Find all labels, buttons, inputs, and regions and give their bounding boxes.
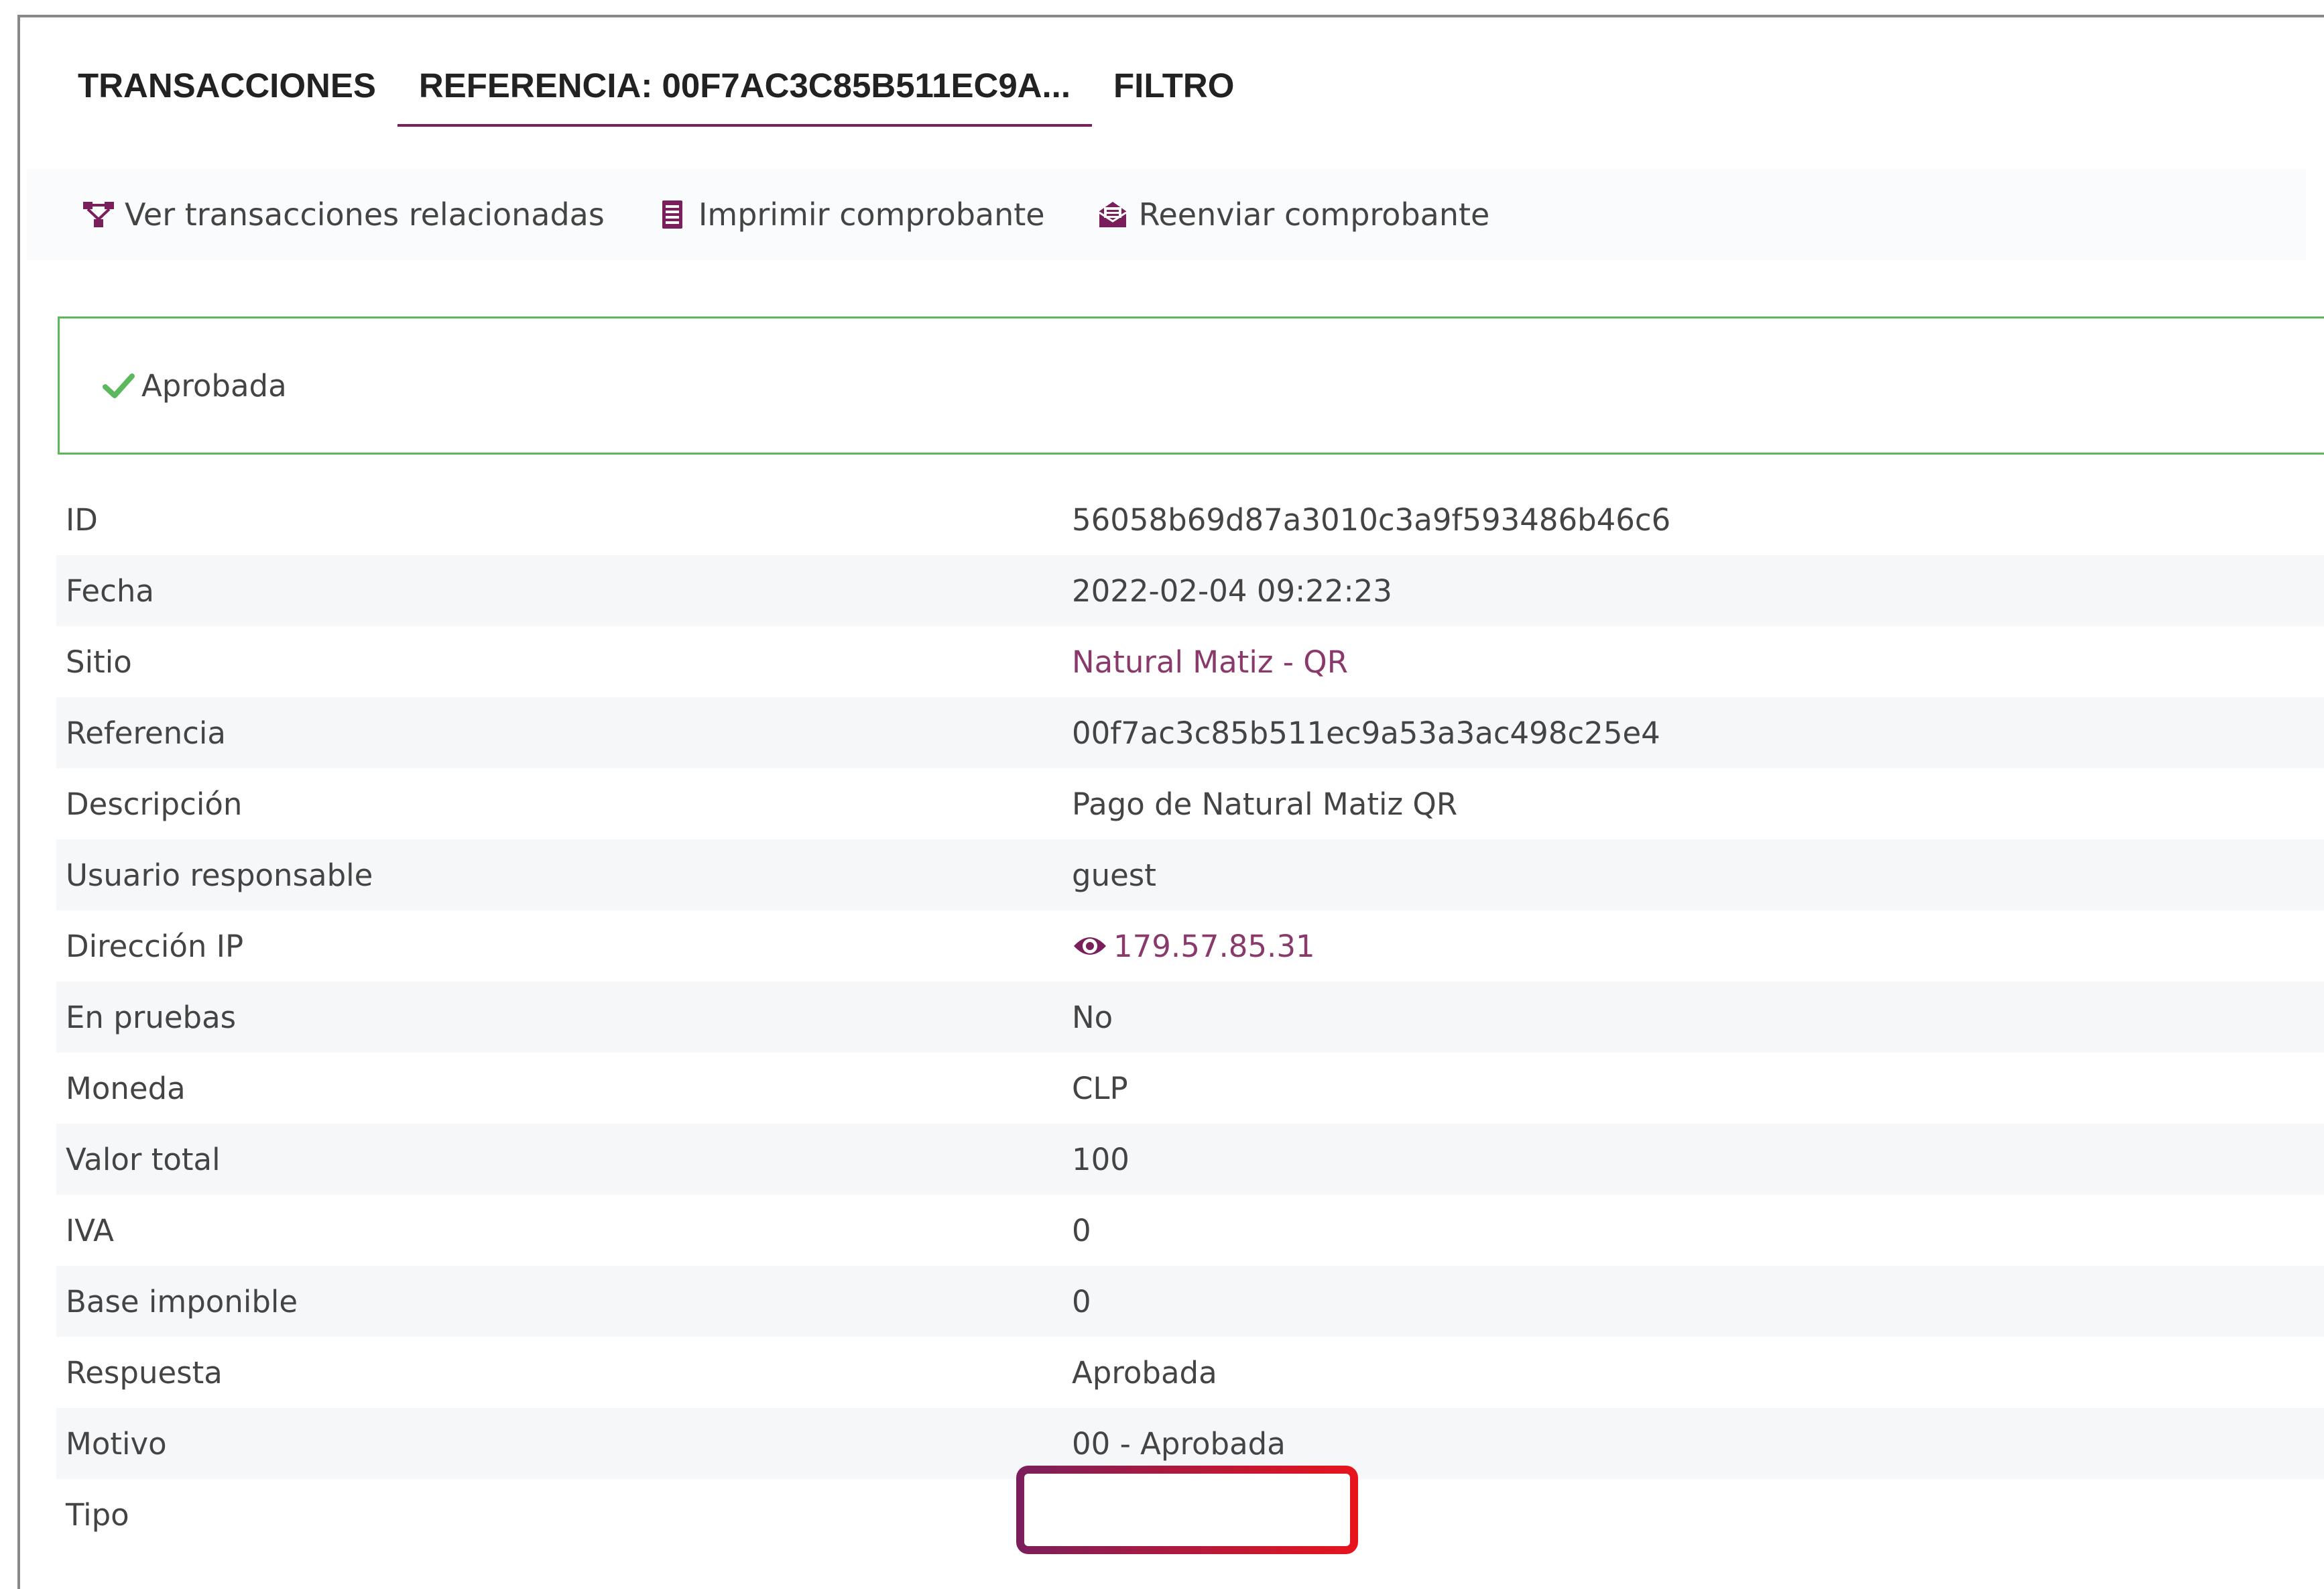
eye-icon xyxy=(1072,933,1108,959)
status-label: Aprobada xyxy=(141,367,287,404)
detail-value: 00f7ac3c85b511ec9a53a3ac498c25e4 xyxy=(1072,715,1660,751)
detail-value: guest xyxy=(1072,857,1156,893)
detail-key: Motivo xyxy=(66,1425,167,1462)
detail-key: Usuario responsable xyxy=(66,857,373,893)
detail-row-id: ID 56058b69d87a3010c3a9f593486b46c6 xyxy=(56,484,2324,555)
detail-row-iva: IVA 0 xyxy=(56,1195,2324,1266)
detail-key: En pruebas xyxy=(66,999,237,1035)
detail-key: Sitio xyxy=(66,644,132,680)
detail-value: No xyxy=(1072,999,1113,1035)
detail-row-base-imponible: Base imponible 0 xyxy=(56,1266,2324,1337)
action-toolbar: Ver transacciones relacionadas Imprimir … xyxy=(27,169,2306,260)
detail-value: Pago de Natural Matiz QR xyxy=(1072,786,1458,822)
envelope-open-icon xyxy=(1096,198,1129,231)
detail-key: ID xyxy=(66,502,98,538)
tab-transacciones[interactable]: TRANSACCIONES xyxy=(56,56,397,124)
receipt-icon xyxy=(656,198,689,231)
detail-value: Aprobada xyxy=(1072,1354,1217,1391)
transaction-details: ID 56058b69d87a3010c3a9f593486b46c6 Fech… xyxy=(56,484,2324,1550)
print-receipt-button[interactable]: Imprimir comprobante xyxy=(656,196,1045,233)
detail-key: Dirección IP xyxy=(66,928,244,964)
related-transactions-label: Ver transacciones relacionadas xyxy=(125,196,605,233)
detail-row-pruebas: En pruebas No xyxy=(56,982,2324,1053)
detail-row-fecha: Fecha 2022-02-04 09:22:23 xyxy=(56,555,2324,626)
detail-key: Base imponible xyxy=(66,1283,298,1319)
tipo-badge: REEMBOLSADA xyxy=(1072,1497,1308,1531)
status-banner: Aprobada xyxy=(58,316,2324,455)
detail-row-motivo: Motivo 00 - Aprobada xyxy=(56,1408,2324,1479)
detail-row-moneda: Moneda CLP xyxy=(56,1053,2324,1124)
sitemap-icon xyxy=(82,198,115,231)
ip-address-link[interactable]: 179.57.85.31 xyxy=(1072,929,1315,964)
detail-value: CLP xyxy=(1072,1070,1128,1106)
resend-receipt-button[interactable]: Reenviar comprobante xyxy=(1096,196,1490,233)
related-transactions-button[interactable]: Ver transacciones relacionadas xyxy=(82,196,605,233)
detail-key: Descripción xyxy=(66,786,243,822)
detail-row-referencia: Referencia 00f7ac3c85b511ec9a53a3ac498c2… xyxy=(56,697,2324,768)
tab-referencia[interactable]: REFERENCIA: 00F7AC3C85B511EC9A... xyxy=(397,56,1093,127)
detail-value: 56058b69d87a3010c3a9f593486b46c6 xyxy=(1072,502,1671,538)
detail-key: Respuesta xyxy=(66,1354,223,1391)
tab-bar: TRANSACCIONES REFERENCIA: 00F7AC3C85B511… xyxy=(56,56,1256,130)
detail-row-usuario: Usuario responsable guest xyxy=(56,839,2324,910)
print-receipt-label: Imprimir comprobante xyxy=(698,196,1045,233)
detail-row-respuesta: Respuesta Aprobada xyxy=(56,1337,2324,1408)
detail-row-valor-total: Valor total 100 xyxy=(56,1124,2324,1195)
detail-value: 100 xyxy=(1072,1141,1129,1177)
detail-value: 2022-02-04 09:22:23 xyxy=(1072,573,1392,609)
resend-receipt-label: Reenviar comprobante xyxy=(1138,196,1490,233)
detail-row-ip: Dirección IP 179.57.85.31 xyxy=(56,910,2324,982)
detail-key: IVA xyxy=(66,1212,114,1248)
site-link[interactable]: Natural Matiz - QR xyxy=(1072,644,1348,680)
tab-filtro[interactable]: FILTRO xyxy=(1092,56,1256,124)
detail-value: 0 xyxy=(1072,1283,1091,1319)
detail-key: Tipo xyxy=(66,1496,129,1533)
detail-row-tipo: Tipo REEMBOLSADA xyxy=(56,1479,2324,1550)
detail-key: Moneda xyxy=(66,1070,186,1106)
detail-row-sitio: Sitio Natural Matiz - QR xyxy=(56,626,2324,697)
check-icon xyxy=(101,368,136,403)
detail-row-descripcion: Descripción Pago de Natural Matiz QR xyxy=(56,768,2324,839)
detail-key: Referencia xyxy=(66,715,226,751)
detail-value: 0 xyxy=(1072,1212,1091,1248)
detail-key: Fecha xyxy=(66,573,154,609)
ip-address-value: 179.57.85.31 xyxy=(1113,928,1315,964)
detail-key: Valor total xyxy=(66,1141,221,1177)
detail-value: 00 - Aprobada xyxy=(1072,1425,1286,1462)
